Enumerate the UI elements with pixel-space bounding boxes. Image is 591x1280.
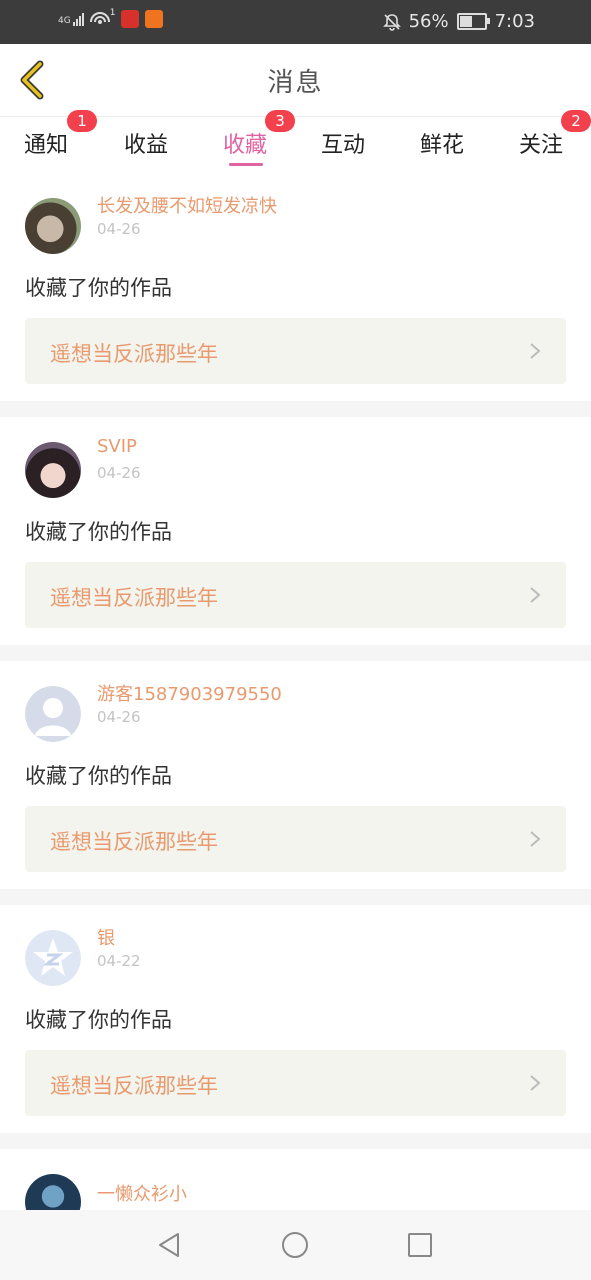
work-title: 遥想当反派那些年 bbox=[50, 586, 218, 610]
tab-notifications-badge: 1 bbox=[67, 110, 97, 132]
app-icon-red bbox=[121, 10, 140, 28]
tab-favorites[interactable]: 收藏 bbox=[223, 127, 267, 159]
username[interactable]: 游客1587903979550 bbox=[97, 680, 282, 706]
message-card: SVIP 04-26 收藏了你的作品 遥想当反派那些年 bbox=[0, 436, 591, 670]
username[interactable]: 长发及腰不如短发凉快 bbox=[97, 192, 277, 218]
page-title: 消息 bbox=[267, 68, 324, 98]
message-action: 收藏了你的作品 bbox=[25, 764, 172, 788]
work-link[interactable]: 遥想当反派那些年 bbox=[25, 806, 566, 872]
status-right: 56% 7:03 bbox=[382, 11, 535, 32]
divider bbox=[0, 889, 591, 905]
network-type: 4G bbox=[58, 16, 71, 26]
username[interactable]: 一懒众衫小 bbox=[97, 1180, 187, 1206]
wifi-hotspot-icon bbox=[89, 12, 110, 24]
tab-bar: 通知 1 收益 收藏 3 互动 鲜花 关注 2 bbox=[0, 110, 591, 177]
home-circle-icon[interactable] bbox=[280, 1230, 310, 1260]
system-nav-bar bbox=[0, 1210, 591, 1280]
tab-flowers[interactable]: 鲜花 bbox=[420, 127, 464, 159]
message-date: 04-26 bbox=[97, 220, 141, 238]
back-triangle-icon[interactable] bbox=[154, 1230, 184, 1260]
signal-icon: 4G bbox=[58, 12, 84, 26]
chevron-right-icon bbox=[530, 1075, 541, 1091]
message-card: 一懒众衫小 bbox=[0, 1174, 591, 1210]
avatar[interactable] bbox=[25, 1174, 81, 1210]
message-date: 04-22 bbox=[97, 952, 141, 970]
chevron-right-icon bbox=[530, 343, 541, 359]
divider bbox=[0, 401, 591, 417]
tab-following-badge: 2 bbox=[561, 110, 591, 132]
work-title: 遥想当反派那些年 bbox=[50, 830, 218, 854]
work-link[interactable]: 遥想当反派那些年 bbox=[25, 1050, 566, 1116]
message-date: 04-26 bbox=[97, 708, 141, 726]
battery-percent: 56% bbox=[408, 11, 449, 32]
chevron-right-icon bbox=[530, 587, 541, 603]
work-link[interactable]: 遥想当反派那些年 bbox=[25, 318, 566, 384]
username[interactable]: 银 bbox=[97, 924, 115, 950]
chevron-right-icon bbox=[530, 831, 541, 847]
tab-notifications[interactable]: 通知 bbox=[24, 127, 68, 159]
status-left: 4G 1 bbox=[58, 8, 164, 28]
status-bar: 4G 1 56% 7:03 bbox=[0, 0, 591, 44]
message-date: 04-26 bbox=[97, 464, 141, 482]
message-card: 长发及腰不如短发凉快 04-26 收藏了你的作品 遥想当反派那些年 bbox=[0, 196, 591, 426]
work-link[interactable]: 遥想当反派那些年 bbox=[25, 562, 566, 628]
tab-interactions[interactable]: 互动 bbox=[321, 127, 365, 159]
tab-favorites-badge: 3 bbox=[265, 110, 295, 132]
qq-star-avatar-icon[interactable] bbox=[25, 930, 81, 986]
message-action: 收藏了你的作品 bbox=[25, 1008, 172, 1032]
divider bbox=[0, 645, 591, 661]
battery-icon bbox=[456, 13, 490, 30]
tab-following[interactable]: 关注 bbox=[519, 127, 563, 159]
sim-indicator: 1 bbox=[109, 8, 116, 18]
recents-square-icon[interactable] bbox=[405, 1230, 435, 1260]
message-card: 银 04-22 收藏了你的作品 遥想当反派那些年 bbox=[0, 928, 591, 1158]
avatar[interactable] bbox=[25, 442, 81, 498]
app-header: 消息 bbox=[0, 44, 591, 117]
clock: 7:03 bbox=[494, 11, 535, 32]
message-card: 游客1587903979550 04-26 收藏了你的作品 遥想当反派那些年 bbox=[0, 684, 591, 914]
divider bbox=[0, 1133, 591, 1149]
active-tab-indicator bbox=[229, 163, 263, 166]
avatar[interactable] bbox=[25, 198, 81, 254]
tab-earnings[interactable]: 收益 bbox=[124, 127, 168, 159]
work-title: 遥想当反派那些年 bbox=[50, 342, 218, 366]
username[interactable]: SVIP bbox=[97, 436, 137, 457]
default-avatar-icon[interactable] bbox=[25, 686, 81, 742]
message-action: 收藏了你的作品 bbox=[25, 276, 172, 300]
work-title: 遥想当反派那些年 bbox=[50, 1074, 218, 1098]
app-icon-orange bbox=[145, 10, 164, 28]
message-action: 收藏了你的作品 bbox=[25, 520, 172, 544]
mute-bell-icon bbox=[382, 13, 401, 31]
